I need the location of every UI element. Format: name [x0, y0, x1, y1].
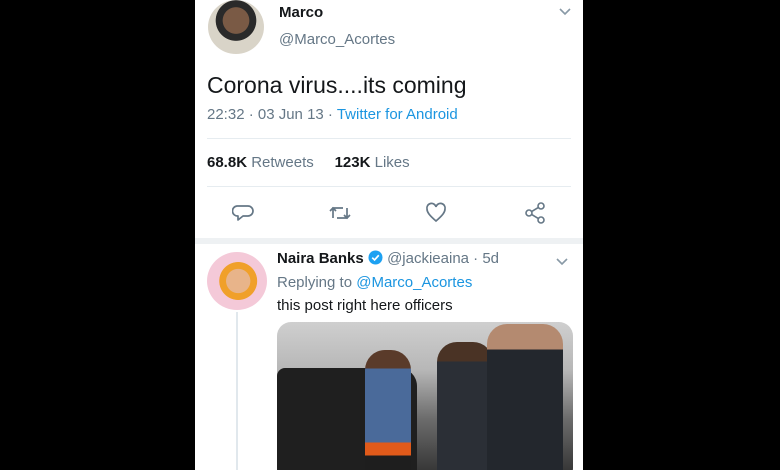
likes-count: 123K [334, 154, 371, 171]
likes-label: Likes [374, 154, 410, 171]
tweet-text: Corona virus....its coming [207, 72, 467, 98]
attached-photo[interactable] [277, 322, 573, 470]
tweet-source-link[interactable]: Twitter for Android [337, 106, 458, 123]
person-shape [365, 350, 411, 470]
likes-stat[interactable]: 123K Likes [335, 154, 410, 171]
thread-line [236, 312, 238, 470]
replying-to-line: Replying to @Marco_Acortes [277, 274, 472, 291]
share-icon[interactable] [523, 201, 547, 225]
retweets-label: Retweets [251, 154, 314, 171]
reply-author-name[interactable]: Naira Banks [277, 250, 364, 267]
person-shape [487, 324, 563, 470]
avatar[interactable] [208, 0, 264, 54]
section-divider [195, 238, 583, 244]
retweet-icon[interactable] [328, 202, 352, 224]
tweet-panel: Marco @Marco_Acortes Corona virus....its… [195, 0, 583, 470]
chevron-down-icon[interactable] [558, 4, 572, 21]
divider [207, 138, 571, 139]
reply-text: this post right here officers [277, 297, 453, 314]
replying-prefix: Replying to [277, 274, 357, 291]
retweets-count: 68.8K [207, 154, 248, 171]
tweet-timestamp: 22:32 · 03 Jun 13 · [207, 106, 337, 123]
verified-badge-icon [368, 250, 383, 269]
author-handle[interactable]: @Marco_Acortes [279, 31, 395, 48]
reply-icon[interactable] [232, 202, 254, 224]
author-name[interactable]: Marco [279, 4, 323, 21]
tweet-stats: 68.8K Retweets 123K Likes [207, 154, 410, 171]
heart-icon[interactable] [425, 202, 447, 224]
divider [207, 186, 571, 187]
person-shape [437, 342, 493, 470]
tweet-meta: 22:32 · 03 Jun 13 · Twitter for Android [207, 106, 458, 123]
replying-to-handle[interactable]: @Marco_Acortes [356, 274, 472, 291]
avatar[interactable] [207, 252, 267, 310]
reply-handle-time[interactable]: @jackieaina · 5d [387, 250, 499, 267]
reply-header: Naira Banks @jackieaina · 5d [277, 250, 499, 269]
retweets-stat[interactable]: 68.8K Retweets [207, 154, 314, 171]
chevron-down-icon[interactable] [555, 254, 569, 271]
